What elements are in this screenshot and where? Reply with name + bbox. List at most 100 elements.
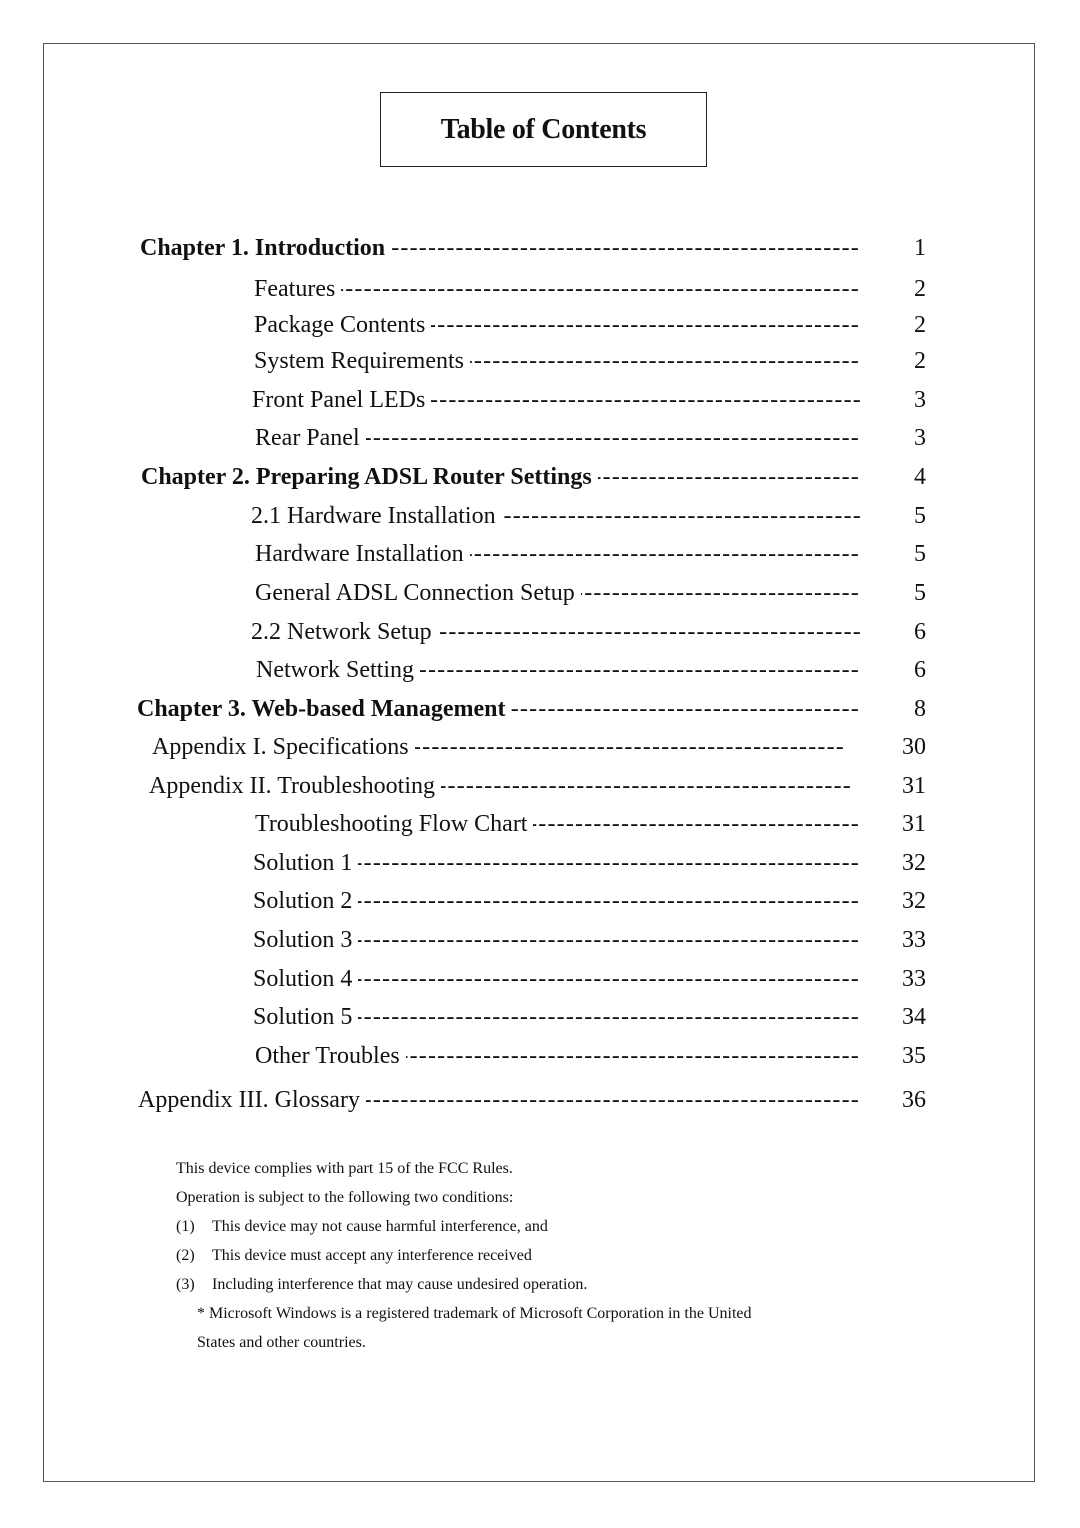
dot-leader: ----------------------------------------…: [254, 276, 860, 302]
trademark-notice: * Microsoft Windows is a registered trad…: [197, 1305, 752, 1322]
toc-entry[interactable]: ----------------------------------------…: [0, 1083, 1080, 1117]
toc-entry-label: 2.2 Network Setup: [251, 619, 438, 645]
toc-entry-label: General ADSL Connection Setup: [255, 580, 581, 606]
toc-page-number: 31: [902, 811, 926, 837]
toc-entry-label: Appendix I. Specifications: [152, 734, 415, 760]
toc-entry[interactable]: ----------------------------------------…: [0, 653, 1080, 687]
fcc-notice: This device complies with part 15 of the…: [176, 1154, 752, 1357]
toc-page-number: 32: [902, 850, 926, 876]
toc-entry-title[interactable]: Rear Panel: [255, 421, 366, 455]
toc-entry[interactable]: ----------------------------------------…: [0, 421, 1080, 455]
toc-page-number: 34: [902, 1004, 926, 1030]
page-title: Table of Contents: [440, 113, 647, 145]
toc-entry[interactable]: ----------------------------------------…: [0, 769, 1080, 803]
toc-page-number: 35: [902, 1043, 926, 1069]
toc-page-number: 2: [914, 348, 926, 374]
toc-entry-title[interactable]: Solution 2: [253, 884, 359, 918]
toc-entry-title[interactable]: 2.2 Network Setup: [251, 615, 438, 649]
toc-entry-label: System Requirements: [254, 348, 470, 374]
toc-entry-label: Solution 5: [253, 1004, 359, 1030]
toc-page-number: 6: [914, 619, 926, 645]
toc-entry-title[interactable]: Chapter 2. Preparing ADSL Router Setting…: [141, 460, 598, 494]
toc-entry-title[interactable]: Package Contents: [254, 308, 432, 342]
toc-page-number: 4: [914, 464, 926, 490]
toc-entry[interactable]: ----------------------------------------…: [0, 884, 1080, 918]
toc-entry-label: Solution 4: [253, 966, 359, 992]
toc-page-number: 33: [902, 927, 926, 953]
toc-entry[interactable]: ----------------------------------------…: [0, 383, 1080, 417]
toc-entry-title[interactable]: Appendix III. Glossary: [138, 1083, 366, 1117]
toc-entry-label: Appendix II. Troubleshooting: [149, 773, 442, 799]
toc-entry[interactable]: ----------------------------------------…: [0, 1000, 1080, 1034]
toc-entry-title[interactable]: Hardware Installation: [255, 537, 470, 571]
toc-entry[interactable]: ----------------------------------------…: [0, 576, 1080, 610]
toc-entry-title[interactable]: Solution 4: [253, 962, 359, 996]
toc-entry-title[interactable]: Solution 1: [253, 846, 359, 880]
toc-entry-label: Network Setting: [256, 657, 420, 683]
toc-entry-title[interactable]: Network Setting: [256, 653, 420, 687]
toc-entry-label: Chapter 3. Web-based Management: [137, 696, 512, 722]
toc-entry[interactable]: ----------------------------------------…: [0, 231, 1080, 265]
toc-entry-title[interactable]: Solution 5: [253, 1000, 359, 1034]
notice-item: (3) Including interference that may cause…: [176, 1270, 752, 1299]
toc-entry-label: Package Contents: [254, 312, 432, 338]
toc-entry-title[interactable]: Other Troubles: [255, 1039, 406, 1073]
toc-entry-title[interactable]: Chapter 3. Web-based Management: [137, 692, 512, 726]
notice-line: This device complies with part 15 of the…: [176, 1160, 513, 1177]
toc-entry-title[interactable]: Solution 3: [253, 923, 359, 957]
toc-entry-label: Troubleshooting Flow Chart: [255, 811, 534, 837]
toc-page-number: 3: [914, 387, 926, 413]
toc-entry-title[interactable]: Chapter 1. Introduction: [140, 231, 392, 265]
toc-page-number: 33: [902, 966, 926, 992]
toc-entry-title[interactable]: System Requirements: [254, 344, 470, 378]
toc-entry[interactable]: ----------------------------------------…: [0, 344, 1080, 378]
toc-entry-label: Chapter 2. Preparing ADSL Router Setting…: [141, 464, 598, 490]
toc-entry-label: Other Troubles: [255, 1043, 406, 1069]
toc-entry-label: Hardware Installation: [255, 541, 470, 567]
notice-item-text: This device may not cause harmful interf…: [212, 1218, 548, 1235]
toc-entry-title[interactable]: Appendix I. Specifications: [152, 730, 415, 764]
toc-entry-title[interactable]: 2.1 Hardware Installation: [251, 499, 502, 533]
notice-item-number: (3): [176, 1276, 195, 1293]
toc-entry[interactable]: ----------------------------------------…: [0, 692, 1080, 726]
toc-page-number: 5: [914, 503, 926, 529]
toc-entry[interactable]: ----------------------------------------…: [0, 846, 1080, 880]
toc-page-number: 2: [914, 276, 926, 302]
toc-entry[interactable]: ----------------------------------------…: [0, 962, 1080, 996]
toc-entry-label: Rear Panel: [255, 425, 366, 451]
notice-item-number: (2): [176, 1247, 195, 1264]
toc-entry[interactable]: ----------------------------------------…: [0, 615, 1080, 649]
toc-entry[interactable]: ----------------------------------------…: [0, 1039, 1080, 1073]
toc-entry[interactable]: ----------------------------------------…: [0, 807, 1080, 841]
toc-entry[interactable]: ----------------------------------------…: [0, 460, 1080, 494]
toc-page-number: 3: [914, 425, 926, 451]
toc-entry-label: Front Panel LEDs: [252, 387, 432, 413]
toc-entry-title[interactable]: Front Panel LEDs: [252, 383, 432, 417]
notice-item: (1) This device may not cause harmful int…: [176, 1212, 752, 1241]
toc-page-number: 30: [902, 734, 926, 760]
toc-page-number: 2: [914, 312, 926, 338]
toc-page-number: 8: [914, 696, 926, 722]
toc-page-number: 6: [914, 657, 926, 683]
toc-entry-label: Appendix III. Glossary: [138, 1087, 366, 1113]
toc-entry-label: 2.1 Hardware Installation: [251, 503, 502, 529]
toc-entry-label: Chapter 1. Introduction: [140, 235, 392, 261]
toc-entry-label: Solution 3: [253, 927, 359, 953]
toc-page-number: 31: [902, 773, 926, 799]
toc-page-number: 5: [914, 580, 926, 606]
toc-entry-title[interactable]: General ADSL Connection Setup: [255, 576, 581, 610]
toc-entry-title[interactable]: Appendix II. Troubleshooting: [149, 769, 442, 803]
trademark-notice: States and other countries.: [197, 1334, 366, 1351]
toc-entry[interactable]: ----------------------------------------…: [0, 730, 1080, 764]
toc-page-number: 1: [914, 235, 926, 261]
toc-entry-label: Solution 1: [253, 850, 359, 876]
toc-entry-title[interactable]: Troubleshooting Flow Chart: [255, 807, 534, 841]
toc-entry[interactable]: ----------------------------------------…: [0, 499, 1080, 533]
toc-entry[interactable]: ----------------------------------------…: [0, 923, 1080, 957]
toc-entry[interactable]: ----------------------------------------…: [0, 308, 1080, 342]
toc-entry[interactable]: ----------------------------------------…: [0, 272, 1080, 306]
toc-title-box: Table of Contents: [380, 92, 707, 167]
toc-entry-title[interactable]: Features: [254, 272, 342, 306]
toc-entry[interactable]: ----------------------------------------…: [0, 537, 1080, 571]
toc-page-number: 5: [914, 541, 926, 567]
